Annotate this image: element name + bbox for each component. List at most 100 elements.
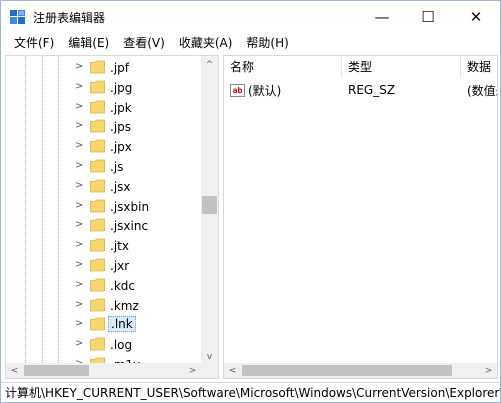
menu-bar: 文件(F) 编辑(E) 查看(V) 收藏夹(A) 帮助(H): [1, 33, 500, 53]
expand-chevron-icon[interactable]: >: [75, 299, 83, 310]
list-scroll-right-icon[interactable]: >: [480, 363, 497, 378]
tree-scroll-corner: [201, 363, 218, 378]
tree-item-label: .jpg: [110, 80, 133, 95]
tree-item[interactable]: > .js: [6, 157, 202, 177]
maximize-icon: ☐: [421, 8, 435, 26]
expand-chevron-icon[interactable]: >: [75, 259, 83, 270]
folder-icon: [90, 298, 105, 311]
tree-item-label: .jxr: [110, 259, 130, 273]
menu-file[interactable]: 文件(F): [7, 33, 61, 53]
folder-icon: [90, 258, 105, 272]
folder-icon: [90, 100, 105, 113]
tree-item[interactable]: > .kmz: [6, 296, 202, 316]
window-title: 注册表编辑器: [33, 11, 106, 25]
tree-vertical-scrollbar[interactable]: ^ v: [201, 56, 218, 365]
folder-icon: [90, 337, 105, 351]
string-value-icon: ab: [230, 83, 245, 97]
menu-favorites[interactable]: 收藏夹(A): [172, 33, 240, 53]
expand-chevron-icon[interactable]: >: [75, 101, 83, 112]
list-scroll-left-icon[interactable]: <: [224, 363, 241, 378]
folder-icon: [90, 238, 105, 252]
tree-item-label: .jsx: [110, 179, 131, 194]
expand-chevron-icon[interactable]: >: [75, 61, 83, 72]
folder-icon: [90, 179, 105, 193]
column-header-data[interactable]: 数据: [461, 56, 497, 78]
folder-icon: [90, 199, 105, 212]
title-bar[interactable]: 注册表编辑器 — ☐ ✕: [1, 1, 500, 33]
tree-item[interactable]: > .jpk: [6, 98, 202, 118]
tree-item[interactable]: > .lnk: [6, 315, 202, 335]
tree-item-label: .jps: [110, 120, 132, 135]
folder-icon: [90, 218, 105, 232]
scroll-up-icon[interactable]: ^: [201, 56, 218, 73]
tree-item[interactable]: > .jsxinc: [6, 216, 202, 236]
tree-item-label: .log: [110, 338, 133, 353]
value-name-cell: ab (默认): [224, 82, 342, 99]
folder-icon: [90, 80, 105, 94]
expand-chevron-icon[interactable]: >: [75, 318, 83, 329]
tree-item[interactable]: > .jpf: [6, 58, 202, 78]
value-type: REG_SZ: [348, 83, 396, 97]
expand-chevron-icon[interactable]: >: [75, 140, 83, 151]
folder-icon: [90, 60, 105, 74]
tree-item[interactable]: > .jsx: [6, 177, 202, 197]
tree-item-label: .jpx: [110, 140, 132, 155]
folder-icon: [90, 278, 105, 292]
tree-horizontal-scrollbar[interactable]: < >: [6, 363, 201, 378]
values-list-pane[interactable]: 名称 类型 数据 ab (默认) REG_SZ (数值未 < >: [223, 55, 498, 379]
tree-horizontal-scroll-thumb[interactable]: [24, 365, 89, 376]
menu-help[interactable]: 帮助(H): [239, 33, 295, 53]
tree-item[interactable]: > .jps: [6, 117, 202, 137]
tree-item[interactable]: > .jtx: [6, 236, 202, 256]
tree-item[interactable]: > .log: [6, 335, 202, 355]
folder-icon: [90, 317, 105, 331]
expand-chevron-icon[interactable]: >: [75, 180, 83, 191]
minimize-button[interactable]: —: [359, 1, 405, 33]
tree-item[interactable]: > .jxr: [6, 256, 202, 276]
expand-chevron-icon[interactable]: >: [75, 120, 83, 131]
status-bar-path: 计算机\HKEY_CURRENT_USER\Software\Microsoft…: [1, 382, 500, 402]
expand-chevron-icon[interactable]: >: [75, 160, 83, 171]
maximize-button[interactable]: ☐: [405, 1, 451, 33]
value-name: (默认): [248, 83, 282, 98]
menu-view[interactable]: 查看(V): [116, 33, 172, 53]
column-header-name[interactable]: 名称: [224, 56, 342, 78]
tree-item-label: .kmz: [110, 298, 139, 313]
tree-item-label: .jsxinc: [110, 219, 149, 234]
registry-tree-pane[interactable]: > .jpf > .jpg > .jpk > .jps > .jpx > .js > .jsx > .jsxb…: [5, 55, 219, 379]
tree-item[interactable]: > .jpx: [6, 137, 202, 157]
list-horizontal-scroll-thumb[interactable]: [242, 365, 452, 376]
folder-icon: [90, 119, 105, 133]
expand-chevron-icon[interactable]: >: [75, 200, 83, 211]
value-data: (数值未: [467, 83, 497, 98]
close-icon: ✕: [469, 8, 483, 26]
tree-item-label: .jpk: [110, 100, 132, 115]
tree-item-label: .jsxbin: [110, 199, 150, 214]
tree-scroll-right-icon[interactable]: >: [184, 363, 201, 378]
folder-icon: [90, 159, 105, 173]
tree-vertical-scroll-thumb[interactable]: [202, 196, 217, 214]
tree-item[interactable]: > .jpg: [6, 78, 202, 98]
close-button[interactable]: ✕: [453, 1, 499, 33]
tree-item-label: .jpf: [110, 61, 129, 75]
expand-chevron-icon[interactable]: >: [75, 239, 83, 250]
list-horizontal-scrollbar[interactable]: < >: [224, 363, 497, 378]
registry-editor-app-icon: [10, 10, 25, 24]
expand-chevron-icon[interactable]: >: [75, 81, 83, 92]
tree-scroll-left-icon[interactable]: <: [6, 363, 23, 378]
tree-item-label: .lnk: [108, 316, 136, 333]
list-header: 名称 类型 数据: [224, 56, 497, 78]
minimize-icon: —: [374, 8, 390, 26]
tree-item-label: .kdc: [110, 278, 135, 293]
tree-item[interactable]: > .jsxbin: [6, 197, 202, 217]
expand-chevron-icon[interactable]: >: [75, 219, 83, 230]
folder-icon: [90, 139, 105, 153]
tree-item[interactable]: > .kdc: [6, 276, 202, 296]
expand-chevron-icon[interactable]: >: [75, 279, 83, 290]
menu-edit[interactable]: 编辑(E): [61, 33, 116, 53]
expand-chevron-icon[interactable]: >: [75, 338, 83, 349]
column-header-type[interactable]: 类型: [342, 56, 461, 78]
registry-editor-window: 注册表编辑器 — ☐ ✕ 文件(F) 编辑(E) 查看(V) 收藏夹(A) 帮助…: [0, 0, 501, 403]
tree-item-label: .jtx: [110, 239, 129, 254]
list-row-default[interactable]: ab (默认) REG_SZ (数值未: [224, 80, 497, 100]
